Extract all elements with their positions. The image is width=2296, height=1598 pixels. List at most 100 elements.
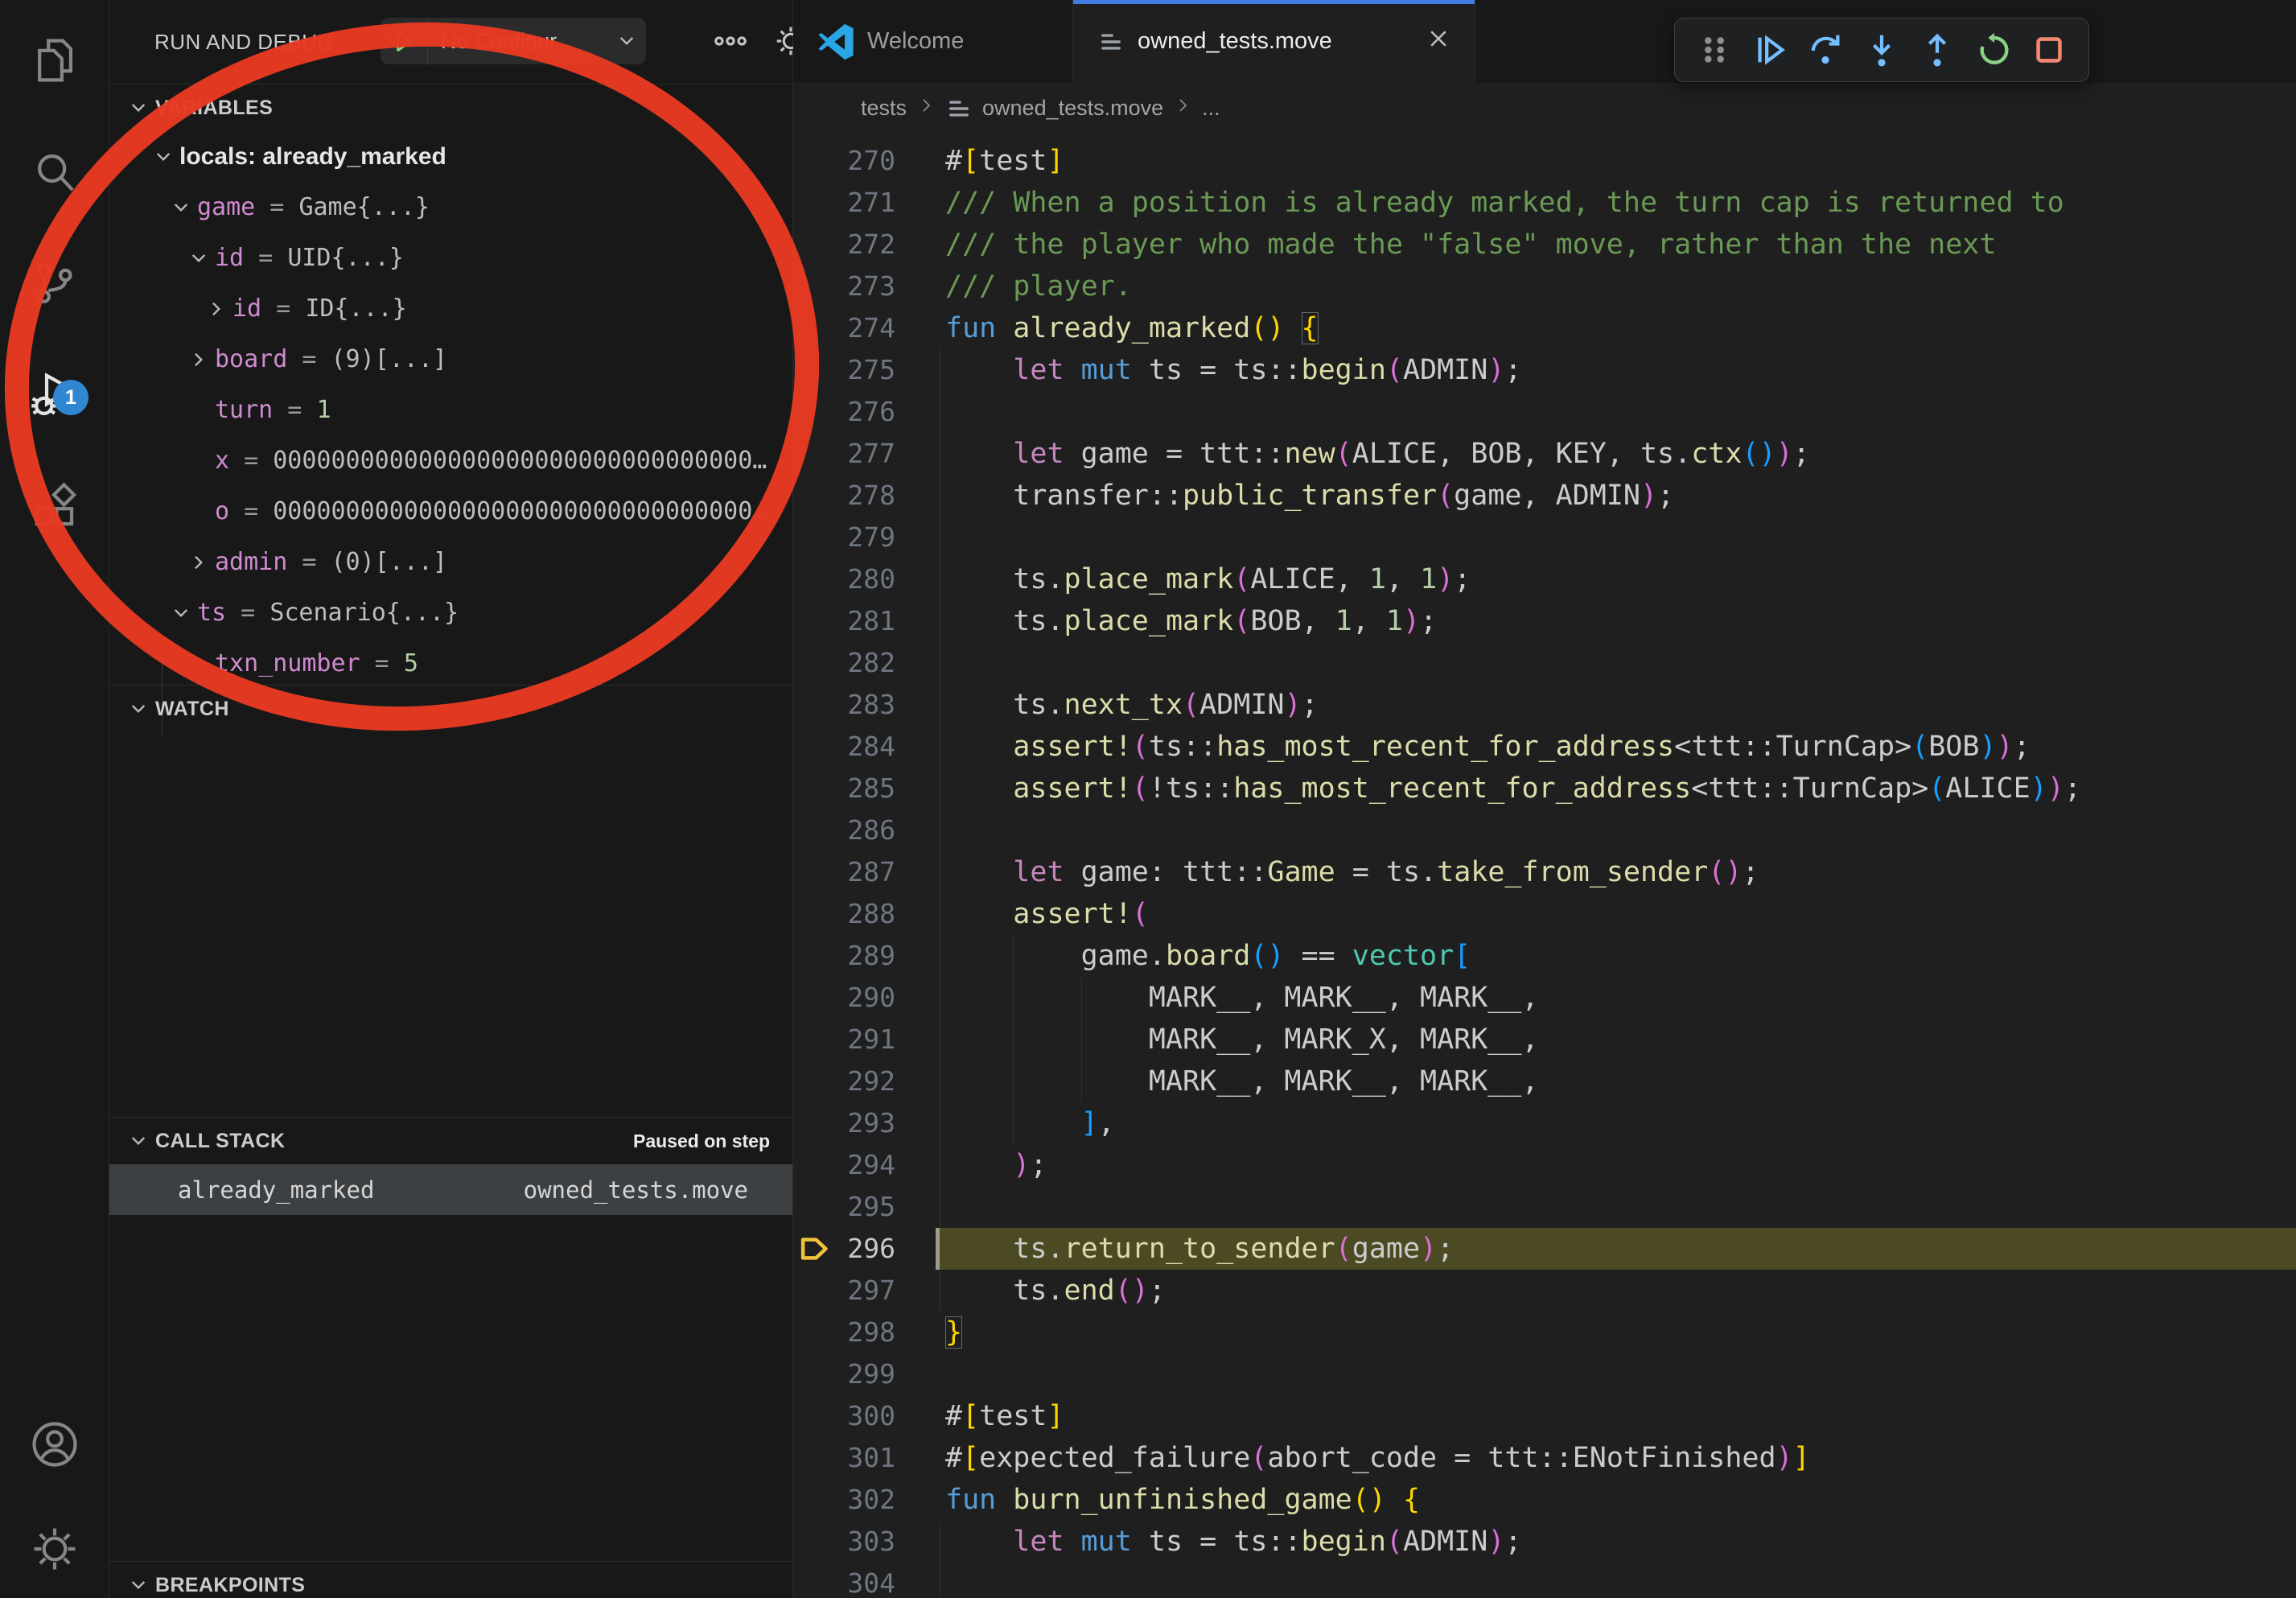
line-number[interactable]: 271 [793,182,895,224]
step-over-button[interactable] [1802,26,1850,74]
line-number[interactable]: 303 [793,1521,895,1563]
chevron-right-icon[interactable] [206,299,227,319]
line-number[interactable]: 290 [793,977,895,1019]
code-line-274[interactable]: 274fun already_marked() { [793,307,2296,349]
code-editor[interactable]: 270#[test]271/// When a position is alre… [793,134,2296,1598]
chevron-down-icon[interactable] [171,197,191,218]
line-number[interactable]: 278 [793,475,895,517]
search-icon[interactable] [0,125,109,221]
code-line-299[interactable]: 299 [793,1353,2296,1395]
line-number[interactable]: 273 [793,266,895,307]
continue-button[interactable] [1746,26,1794,74]
code-line-275[interactable]: 275 let mut ts = ts::begin(ADMIN); [793,349,2296,391]
explorer-icon[interactable] [0,12,109,109]
chevron-down-icon[interactable] [188,248,209,269]
line-number[interactable]: 294 [793,1144,895,1186]
breadcrumb-item-file[interactable]: owned_tests.move [982,96,1163,121]
breadcrumb-item-more[interactable]: ... [1202,96,1220,121]
start-debug-icon[interactable] [381,18,428,64]
code-line-276[interactable]: 276 [793,391,2296,433]
code-line-303[interactable]: 303 let mut ts = ts::begin(ADMIN); [793,1521,2296,1563]
code-line-281[interactable]: 281 ts.place_mark(BOB, 1, 1); [793,600,2296,642]
code-line-297[interactable]: 297 ts.end(); [793,1270,2296,1312]
code-line-289[interactable]: 289 game.board() == vector[ [793,935,2296,977]
code-line-270[interactable]: 270#[test] [793,140,2296,182]
variable-row-txn_number[interactable]: txn_number = 5 [109,638,792,689]
source-control-icon[interactable] [0,235,109,332]
line-number[interactable]: 280 [793,558,895,600]
line-number[interactable]: 297 [793,1270,895,1312]
chevron-down-icon[interactable] [171,603,191,624]
variable-row-id[interactable]: id = ID{...} [109,283,792,334]
line-number[interactable]: 274 [793,307,895,349]
code-line-304[interactable]: 304 [793,1563,2296,1598]
code-line-271[interactable]: 271/// When a position is already marked… [793,182,2296,224]
line-number[interactable]: 272 [793,224,895,266]
close-icon[interactable] [1426,27,1450,57]
line-number[interactable]: 270 [793,140,895,182]
code-line-288[interactable]: 288 assert!( [793,893,2296,935]
code-line-296[interactable]: 296 ts.return_to_sender(game); [793,1228,2296,1270]
line-number[interactable]: 304 [793,1563,895,1598]
code-line-290[interactable]: 290 MARK__, MARK__, MARK__, [793,977,2296,1019]
line-number[interactable]: 276 [793,391,895,433]
extensions-icon[interactable] [0,459,109,555]
code-line-287[interactable]: 287 let game: ttt::Game = ts.take_from_s… [793,851,2296,893]
tab-welcome[interactable]: Welcome [793,0,1073,83]
code-line-300[interactable]: 300#[test] [793,1395,2296,1437]
line-number[interactable]: 285 [793,768,895,809]
line-number[interactable]: 291 [793,1019,895,1061]
watch-header[interactable]: WATCH [109,686,792,732]
variable-row-x[interactable]: x = 000000000000000000000000000000000000… [109,435,792,486]
variable-row-scope[interactable]: locals: already_marked [109,131,792,182]
code-line-302[interactable]: 302fun burn_unfinished_game() { [793,1479,2296,1521]
breakpoints-header[interactable]: BREAKPOINTS [109,1562,792,1598]
more-actions-icon[interactable] [709,19,752,63]
line-number[interactable]: 277 [793,433,895,475]
line-number[interactable]: 288 [793,893,895,935]
line-number[interactable]: 301 [793,1437,895,1479]
step-into-button[interactable] [1858,26,1906,74]
run-and-debug-icon[interactable]: 1 [0,346,109,443]
variable-row-game[interactable]: game = Game{...} [109,182,792,233]
line-number[interactable]: 287 [793,851,895,893]
line-number[interactable]: 284 [793,726,895,768]
line-number[interactable]: 302 [793,1479,895,1521]
variable-row-o[interactable]: o = 000000000000000000000000000000000000… [109,486,792,537]
code-line-292[interactable]: 292 MARK__, MARK__, MARK__, [793,1061,2296,1102]
line-number[interactable]: 300 [793,1395,895,1437]
variable-row-board[interactable]: board = (9)[...] [109,334,792,385]
code-line-291[interactable]: 291 MARK__, MARK_X, MARK__, [793,1019,2296,1061]
toolbar-gripper[interactable] [1690,26,1738,74]
line-number[interactable]: 289 [793,935,895,977]
chevron-right-icon[interactable] [188,552,209,573]
code-line-294[interactable]: 294 ); [793,1144,2296,1186]
code-line-278[interactable]: 278 transfer::public_transfer(game, ADMI… [793,475,2296,517]
variable-row-turn[interactable]: turn = 1 [109,385,792,435]
stack-frame-row[interactable]: already_marked owned_tests.move [109,1164,792,1215]
stop-button[interactable] [2025,26,2073,74]
code-line-286[interactable]: 286 [793,809,2296,851]
line-number[interactable]: 292 [793,1061,895,1102]
code-line-285[interactable]: 285 assert!(!ts::has_most_recent_for_add… [793,768,2296,809]
line-number[interactable]: 293 [793,1102,895,1144]
code-line-272[interactable]: 272/// the player who made the "false" m… [793,224,2296,266]
breadcrumb-item-tests[interactable]: tests [861,96,907,121]
line-number[interactable]: 295 [793,1186,895,1228]
code-line-273[interactable]: 273/// player. [793,266,2296,307]
line-number[interactable]: 283 [793,684,895,726]
line-number[interactable]: 298 [793,1312,895,1353]
code-line-301[interactable]: 301#[expected_failure(abort_code = ttt::… [793,1437,2296,1479]
code-line-283[interactable]: 283 ts.next_tx(ADMIN); [793,684,2296,726]
step-out-button[interactable] [1913,26,1961,74]
code-line-293[interactable]: 293 ], [793,1102,2296,1144]
variable-row-admin[interactable]: admin = (0)[...] [109,537,792,587]
settings-gear-icon[interactable] [0,1501,109,1597]
code-line-298[interactable]: 298} [793,1312,2296,1353]
variable-row-ts[interactable]: ts = Scenario{...} [109,587,792,638]
line-number[interactable]: 275 [793,349,895,391]
variable-row-id[interactable]: id = UID{...} [109,233,792,283]
chevron-right-icon[interactable] [188,349,209,370]
chevron-down-icon[interactable] [153,146,174,167]
account-icon[interactable] [0,1396,109,1493]
